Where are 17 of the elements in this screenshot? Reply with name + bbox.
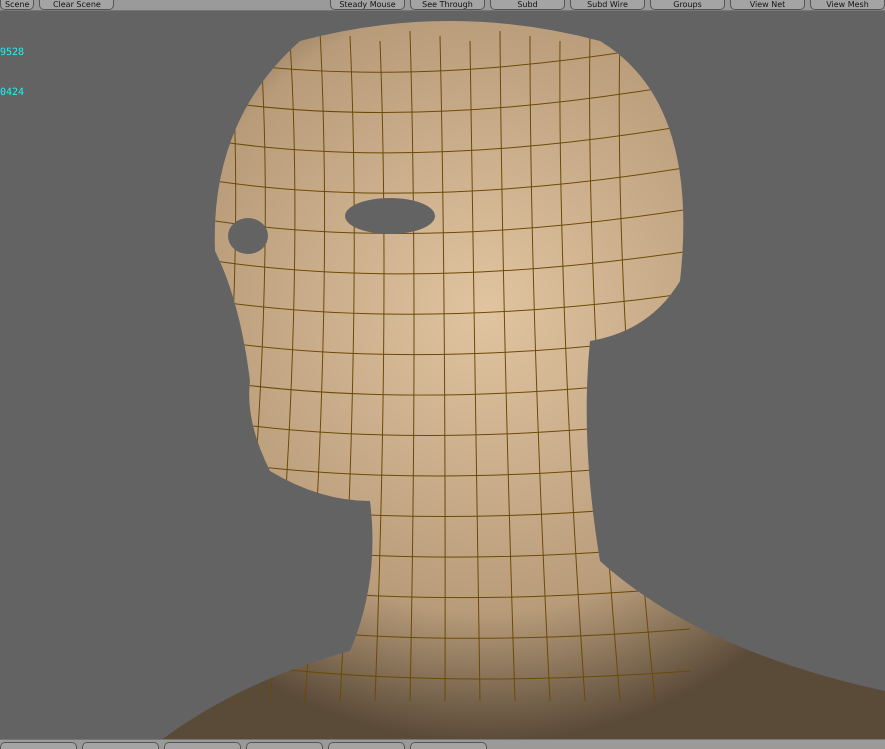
toolbar-button[interactable]: View Net bbox=[730, 0, 805, 10]
toolbar-button[interactable] bbox=[164, 742, 241, 749]
toolbar-button[interactable]: Scene bbox=[0, 0, 34, 10]
toolbar-button[interactable]: Clear Scene bbox=[39, 0, 114, 10]
toolbar-button[interactable]: Steady Mouse bbox=[330, 0, 405, 10]
toolbar-button[interactable] bbox=[410, 742, 487, 749]
toolbar-button[interactable]: See Through bbox=[410, 0, 485, 10]
toolbar-button[interactable]: Subd bbox=[490, 0, 565, 10]
toolbar-button[interactable]: Subd Wire bbox=[570, 0, 645, 10]
toolbar-button[interactable] bbox=[246, 742, 323, 749]
stat-readout: 9528 bbox=[0, 47, 24, 59]
toolbar-button[interactable]: View Mesh bbox=[810, 0, 885, 10]
toolbar-button[interactable] bbox=[328, 742, 405, 749]
toolbar-button[interactable] bbox=[82, 742, 159, 749]
stat-readout: 0424 bbox=[0, 87, 24, 99]
toolbar-button[interactable]: Groups bbox=[650, 0, 725, 10]
toolbar-button[interactable] bbox=[0, 742, 77, 749]
